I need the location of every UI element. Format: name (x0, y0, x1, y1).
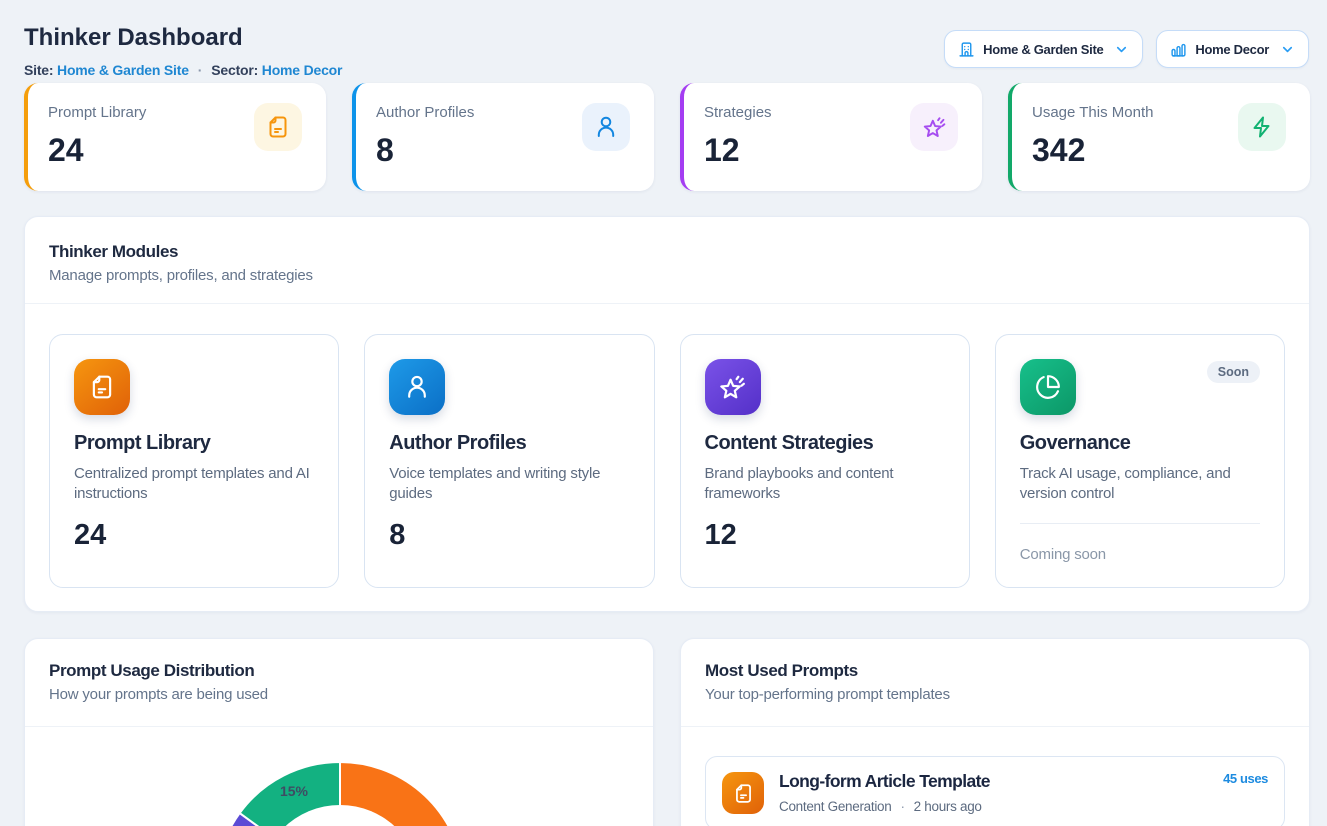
svg-text:15%: 15% (280, 783, 309, 799)
